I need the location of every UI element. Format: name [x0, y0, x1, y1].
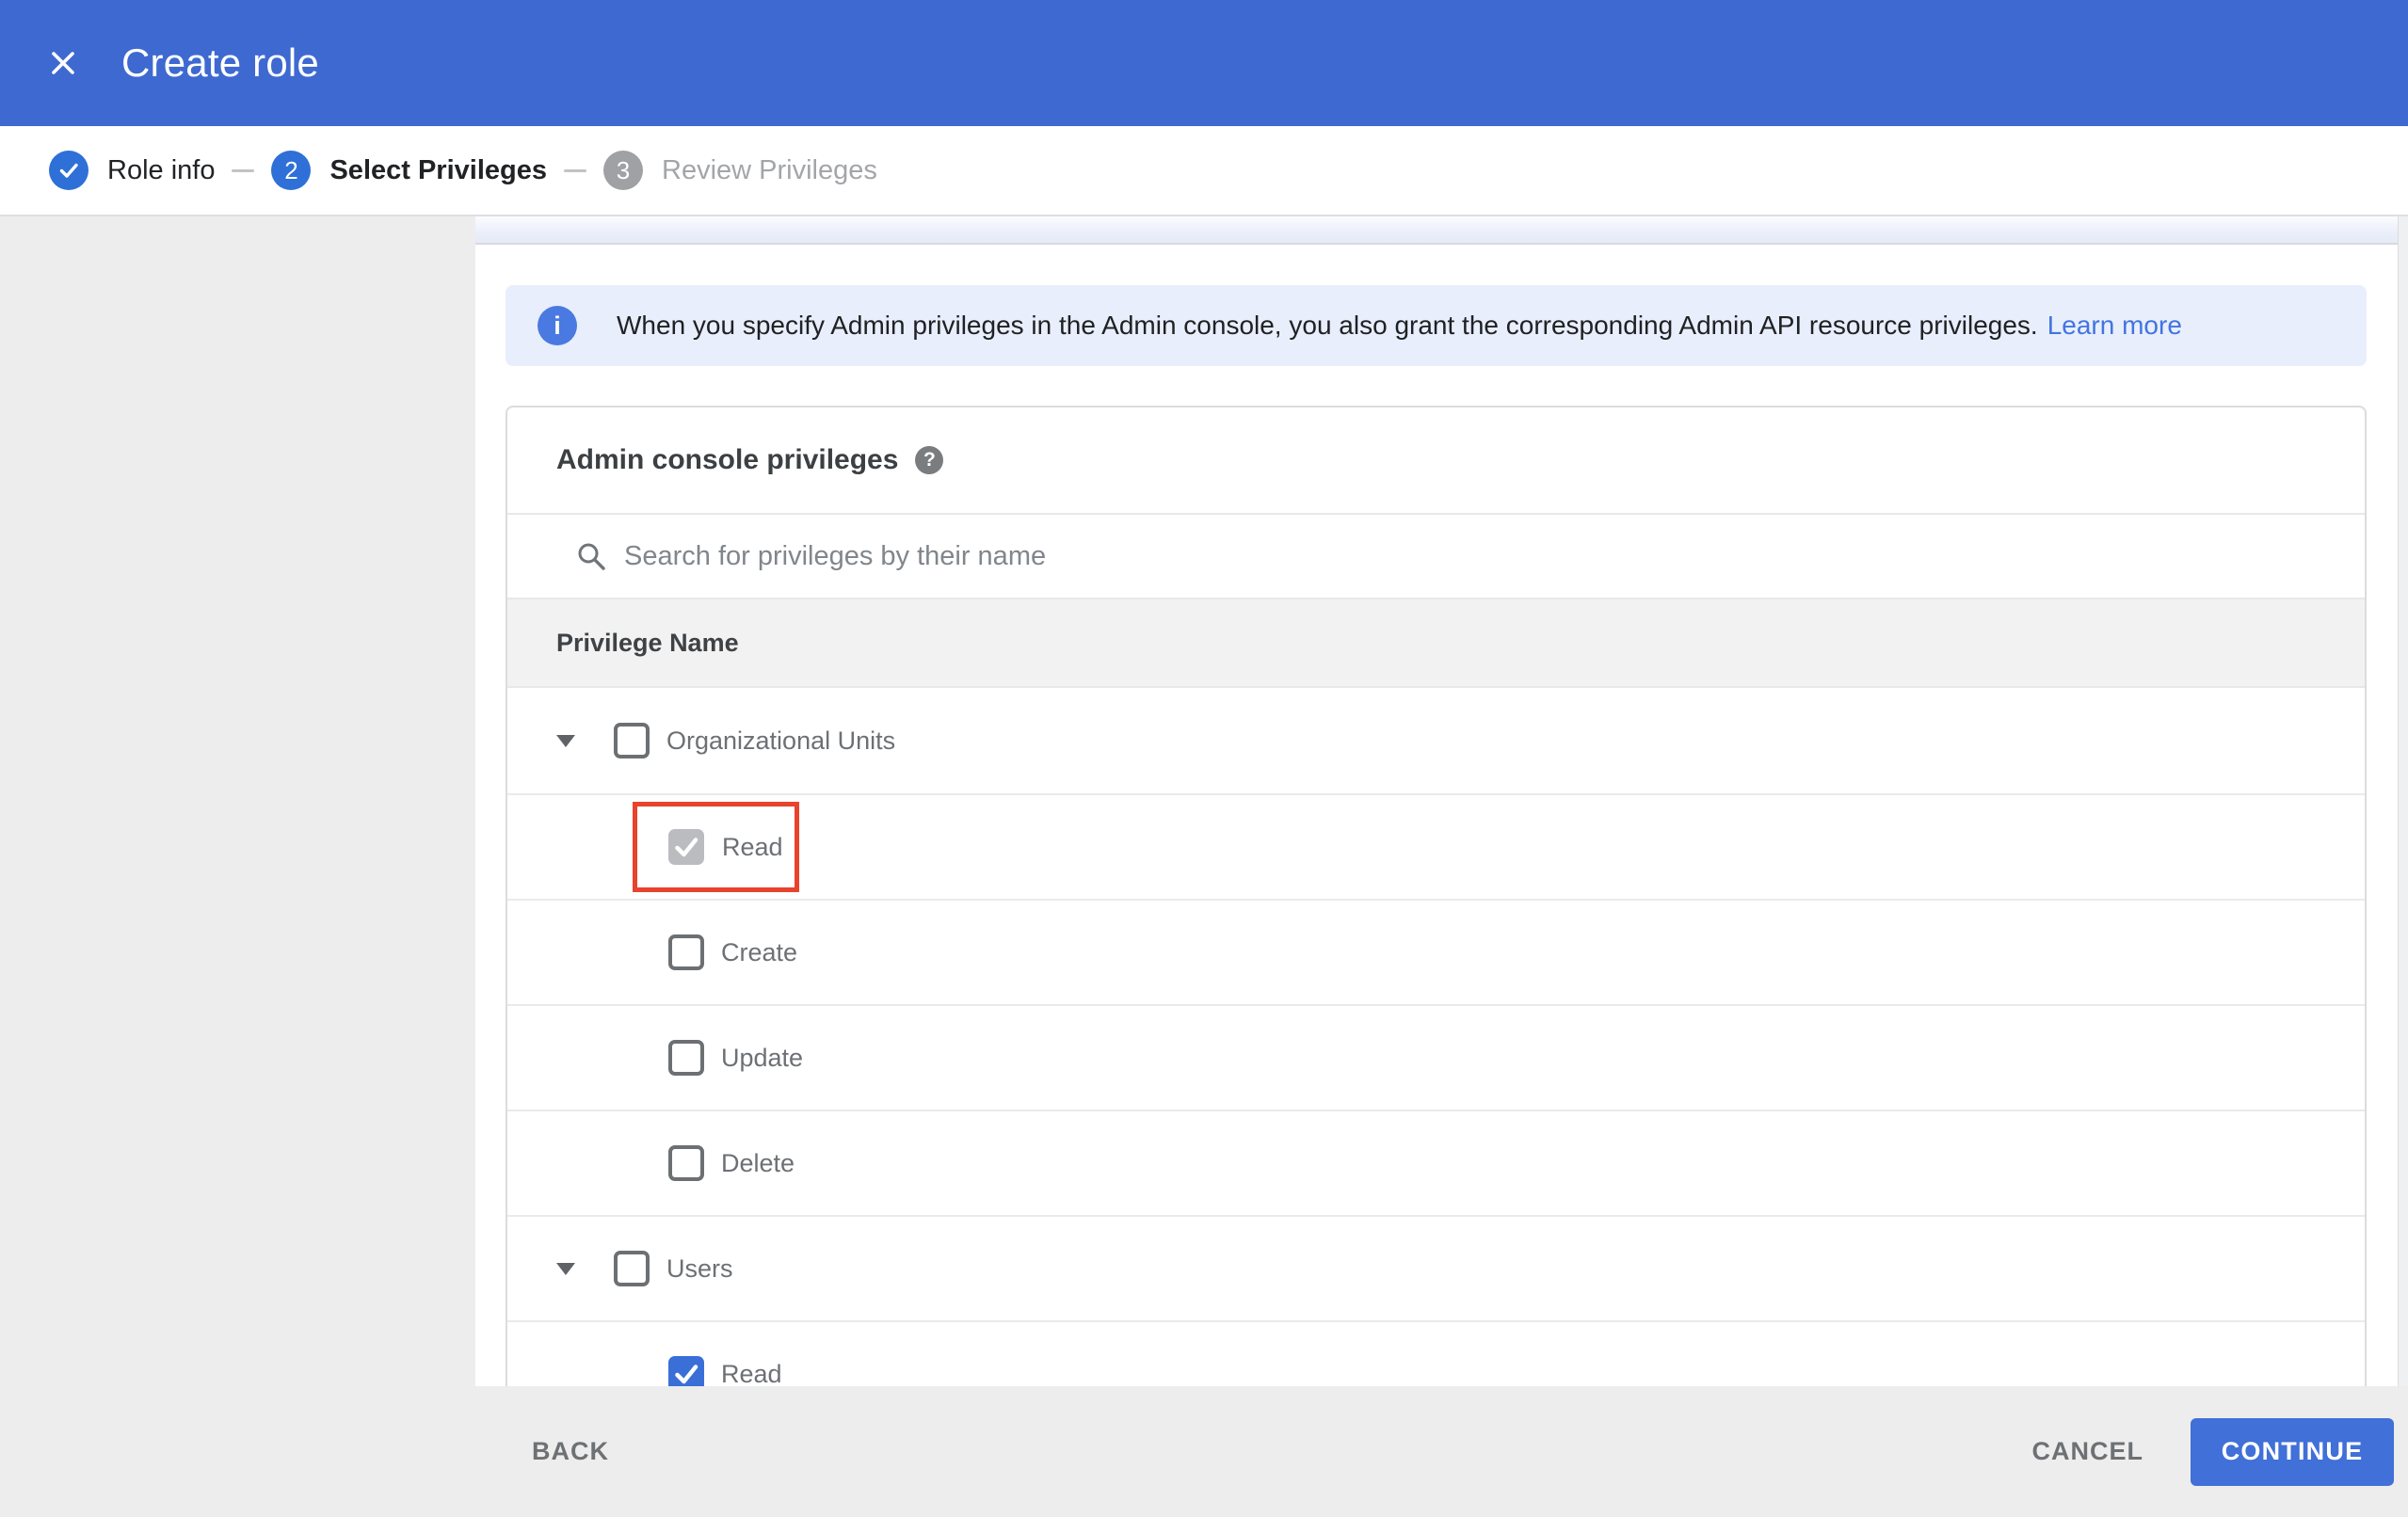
left-gutter-pane: [0, 216, 475, 1386]
search-icon: [575, 540, 607, 572]
step-connector: [232, 168, 255, 172]
delete-checkbox[interactable]: [668, 1145, 704, 1181]
back-button[interactable]: BACK: [532, 1437, 609, 1466]
step-1-complete-check-icon[interactable]: [49, 151, 88, 190]
card-title: Admin console privileges: [556, 444, 899, 475]
privilege-name-column-header: Privilege Name: [507, 598, 2365, 688]
stepper: Role info 2 Select Privileges 3 Review P…: [0, 126, 2408, 216]
privilege-label: Delete: [721, 1148, 795, 1177]
privilege-row-read-org-units: Read: [507, 793, 2365, 899]
collapse-arrow-icon[interactable]: [556, 1262, 575, 1275]
search-input[interactable]: [624, 540, 1942, 572]
privilege-label: Users: [666, 1254, 733, 1283]
dialog-header: Create role: [0, 0, 2408, 126]
step-2-circle[interactable]: 2: [271, 151, 312, 190]
scrollbar[interactable]: [2398, 216, 2408, 1386]
privilege-row-users: Users: [507, 1215, 2365, 1320]
privilege-row-organizational-units: Organizational Units: [507, 688, 2365, 793]
learn-more-link[interactable]: Learn more: [2047, 311, 2182, 341]
continue-button[interactable]: CONTINUE: [2191, 1417, 2394, 1486]
admin-console-privileges-card: Admin console privileges ? Privilege Nam…: [506, 406, 2367, 1386]
privilege-row-update: Update: [507, 1004, 2365, 1110]
collapse-arrow-icon[interactable]: [556, 734, 575, 747]
privilege-label: Create: [721, 937, 798, 966]
step-1-label[interactable]: Role info: [107, 155, 215, 186]
privilege-label: Read: [721, 1359, 782, 1387]
scrolled-banner-edge: [475, 216, 2408, 245]
privileges-search-row: [507, 513, 2365, 598]
users-checkbox[interactable]: [614, 1251, 650, 1286]
info-banner: i When you specify Admin privileges in t…: [506, 285, 2367, 366]
cancel-button[interactable]: CANCEL: [2032, 1437, 2144, 1466]
privilege-label: Read: [722, 832, 783, 861]
help-icon[interactable]: ?: [915, 446, 944, 474]
privileges-panel: i When you specify Admin privileges in t…: [475, 216, 2408, 1386]
step-2-label[interactable]: Select Privileges: [329, 155, 547, 186]
card-heading: Admin console privileges ?: [507, 407, 2365, 513]
read-checkbox-checked[interactable]: [668, 829, 704, 865]
column-header-label: Privilege Name: [556, 628, 739, 657]
step-3-label: Review Privileges: [662, 154, 877, 185]
step-3-circle: 3: [603, 151, 643, 190]
step-connector: [564, 168, 586, 172]
privilege-row-create: Create: [507, 899, 2365, 1004]
create-checkbox[interactable]: [668, 934, 704, 970]
privilege-row-read-users: Read: [507, 1320, 2365, 1386]
privilege-label: Organizational Units: [666, 726, 896, 755]
info-icon: i: [538, 306, 577, 345]
privilege-row-delete: Delete: [507, 1110, 2365, 1215]
dialog-body: i When you specify Admin privileges in t…: [0, 216, 2408, 1386]
dialog-title: Create role: [121, 40, 319, 85]
close-icon[interactable]: [47, 47, 79, 79]
annotation-highlight-box: Read: [633, 802, 799, 892]
action-bar: BACK CANCEL CONTINUE: [0, 1386, 2408, 1517]
read-users-checkbox-checked[interactable]: [668, 1356, 704, 1386]
organizational-units-checkbox[interactable]: [614, 723, 650, 758]
update-checkbox[interactable]: [668, 1040, 704, 1076]
privilege-label: Update: [721, 1043, 804, 1072]
info-banner-text: When you specify Admin privileges in the…: [617, 311, 2038, 340]
